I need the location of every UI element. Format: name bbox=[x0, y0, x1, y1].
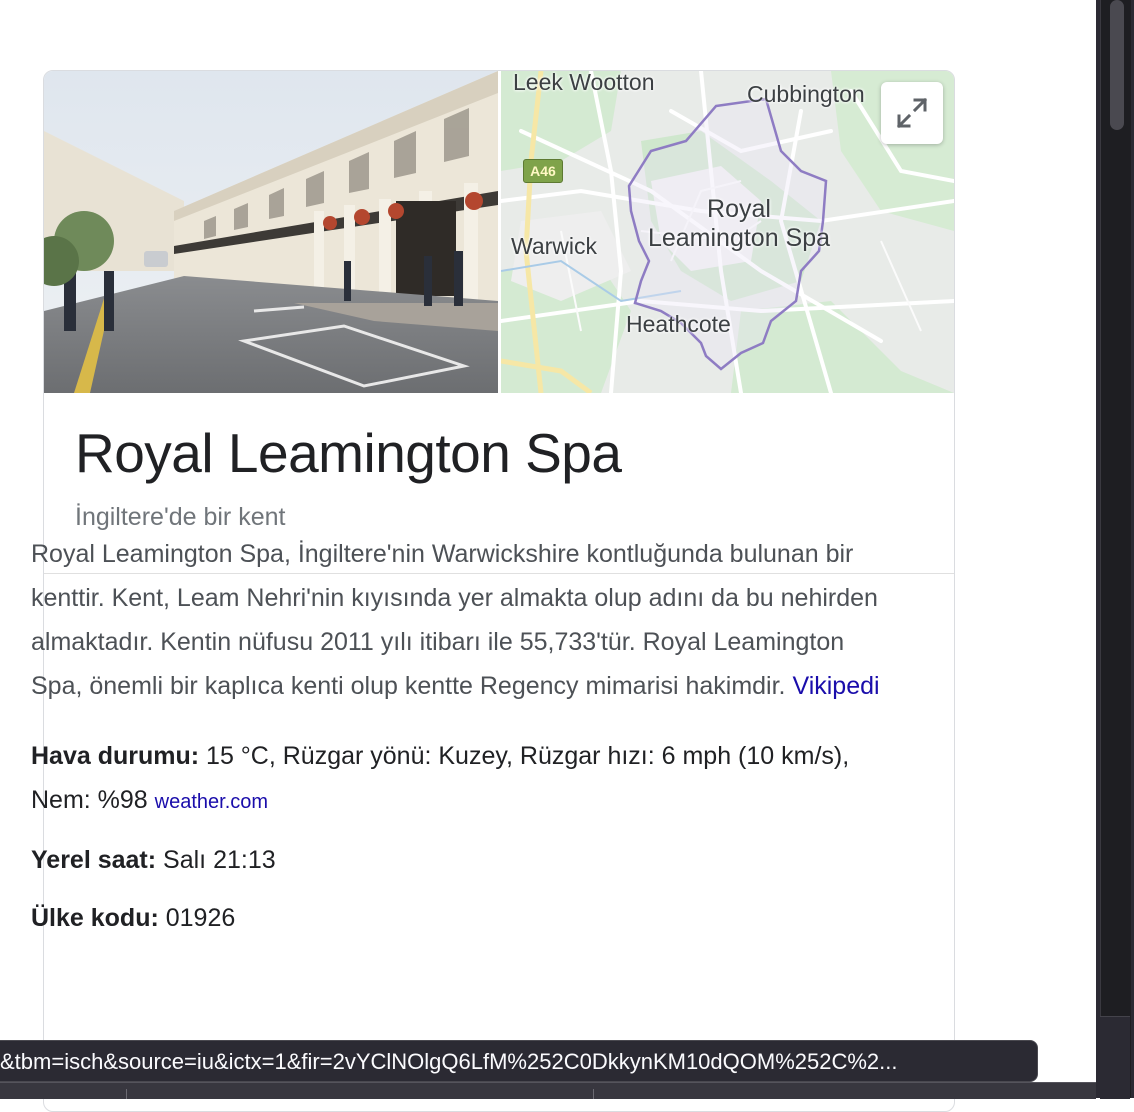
fact-weather-label: Hava durumu: bbox=[31, 742, 200, 770]
fact-country-code: Ülke kodu: 01926 bbox=[31, 896, 881, 940]
location-map[interactable]: Leek Wootton Cubbington A46 Warwick Roya… bbox=[501, 71, 954, 393]
map-label-leek-wootton: Leek Wootton bbox=[513, 71, 655, 95]
map-label-heathcote: Heathcote bbox=[626, 311, 731, 337]
map-expand-button[interactable] bbox=[881, 82, 943, 144]
bottom-toolbar bbox=[0, 1082, 1096, 1099]
knowledge-panel-media: Leek Wootton Cubbington A46 Warwick Roya… bbox=[44, 71, 954, 393]
map-label-royal-leamington-spa: Royal Leamington Spa bbox=[633, 195, 845, 253]
map-label-city-line1: Royal bbox=[707, 195, 771, 223]
browser-side-panel bbox=[1096, 0, 1134, 1099]
fact-country-code-value: 01926 bbox=[165, 904, 236, 932]
fact-local-time: Yerel saat: Salı 21:13 bbox=[31, 838, 881, 882]
expand-icon bbox=[896, 97, 928, 129]
street-photo-image bbox=[44, 71, 498, 393]
entity-description: Royal Leamington Spa, İngiltere'nin Warw… bbox=[31, 532, 881, 708]
side-panel-lower bbox=[1100, 1016, 1130, 1099]
knowledge-panel-body: Royal Leamington Spa, İngiltere'nin Warw… bbox=[31, 532, 881, 940]
street-photo[interactable] bbox=[44, 71, 498, 393]
scrollbar-track[interactable] bbox=[1100, 0, 1131, 1098]
wikipedia-link[interactable]: Vikipedi bbox=[792, 672, 879, 700]
description-text: Royal Leamington Spa, İngiltere'nin Warw… bbox=[31, 540, 878, 700]
map-label-cubbington: Cubbington bbox=[747, 81, 865, 107]
map-label-city-line2: Leamington Spa bbox=[647, 223, 831, 252]
fact-local-time-label: Yerel saat: bbox=[31, 846, 157, 874]
road-shield-a46: A46 bbox=[523, 159, 563, 183]
entity-subtitle: İngiltere'de bir kent bbox=[75, 503, 286, 531]
scrollbar-thumb[interactable] bbox=[1110, 0, 1124, 130]
map-label-warwick: Warwick bbox=[511, 233, 598, 259]
fact-weather: Hava durumu: 15 °C, Rüzgar yönü: Kuzey, … bbox=[31, 734, 881, 824]
link-status-bar: &tbm=isch&source=iu&ictx=1&fir=2vYClNOlg… bbox=[0, 1040, 1038, 1082]
search-results-page: Leek Wootton Cubbington A46 Warwick Roya… bbox=[0, 0, 1096, 1112]
fact-local-time-value: Salı 21:13 bbox=[163, 846, 276, 874]
entity-title: Royal Leamington Spa bbox=[75, 422, 622, 484]
weather-source-link[interactable]: weather.com bbox=[155, 791, 268, 813]
fact-country-code-label: Ülke kodu: bbox=[31, 904, 159, 932]
